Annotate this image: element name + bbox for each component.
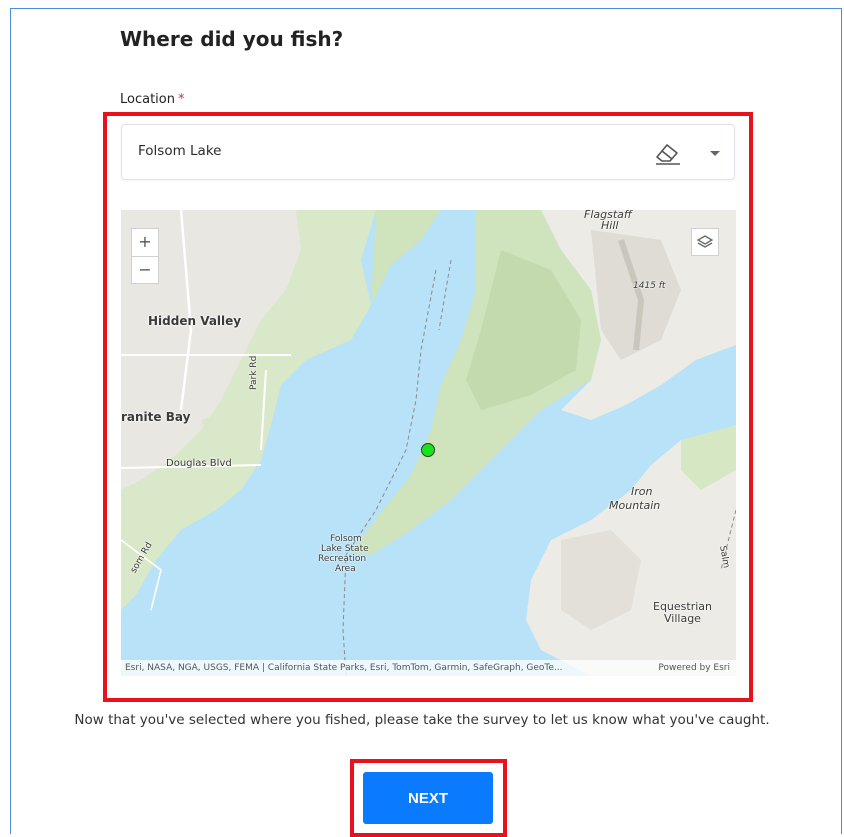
zoom-controls: + − — [131, 228, 159, 284]
location-label-text: Location — [120, 92, 175, 107]
location-select-value: Folsom Lake — [138, 143, 222, 159]
powered-by-esri[interactable]: Powered by Esri — [658, 660, 730, 676]
map-label-recreation-2: Lake State — [321, 544, 369, 554]
map-label-village: Village — [664, 612, 701, 625]
map-label-elevation: 1415 ft — [633, 281, 666, 291]
location-map[interactable]: + − Flagstaff Hill 1415 ft Hidden Valley… — [121, 210, 736, 676]
next-button[interactable]: NEXT — [363, 772, 493, 824]
zoom-out-button[interactable]: − — [132, 257, 158, 284]
page-title: Where did you fish? — [120, 27, 344, 51]
required-marker: * — [177, 92, 185, 107]
map-label-recreation-4: Area — [335, 564, 356, 574]
map-label-granite-bay: ranite Bay — [121, 410, 191, 424]
map-attribution: Esri, NASA, NGA, USGS, FEMA | California… — [121, 660, 736, 676]
zoom-in-button[interactable]: + — [132, 229, 158, 257]
map-label-iron: Iron — [631, 485, 653, 498]
map-label-recreation-3: Recreation — [318, 554, 367, 564]
location-marker[interactable] — [421, 443, 435, 457]
instruction-text: Now that you've selected where you fishe… — [74, 712, 770, 728]
chevron-down-icon[interactable] — [704, 142, 726, 164]
eraser-icon[interactable] — [652, 139, 684, 167]
map-label-hidden-valley: Hidden Valley — [148, 314, 242, 328]
map-label-douglas-blvd: Douglas Blvd — [166, 458, 232, 469]
layers-icon[interactable] — [691, 228, 719, 256]
map-label-park-rd: Park Rd — [249, 355, 259, 390]
map-label-recreation-1: Folsom — [330, 534, 362, 544]
location-label: Location * — [120, 92, 184, 107]
map-label-mountain: Mountain — [609, 499, 661, 512]
map-label-hill: Hill — [601, 219, 619, 232]
location-select[interactable]: Folsom Lake — [121, 124, 735, 180]
map-attribution-text: Esri, NASA, NGA, USGS, FEMA | California… — [125, 663, 563, 673]
